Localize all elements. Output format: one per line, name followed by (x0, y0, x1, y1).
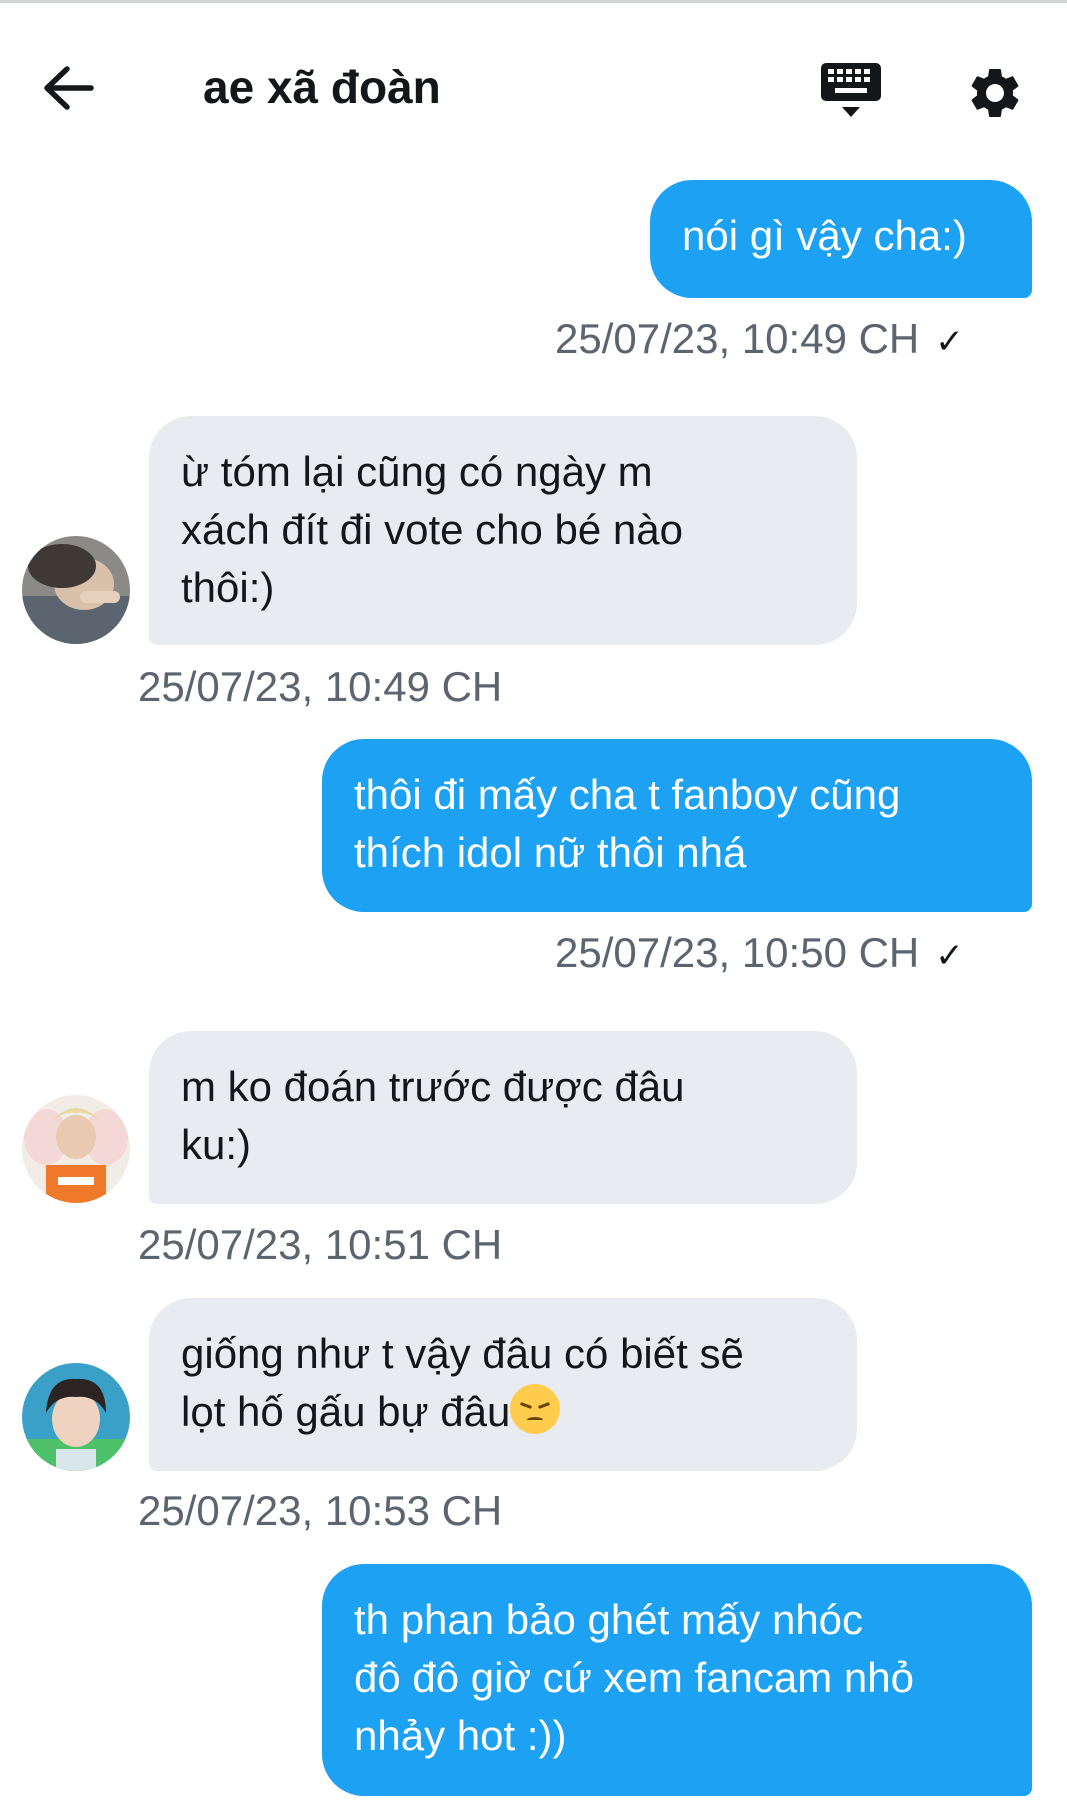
message-bubble-incoming[interactable]: ừ tóm lại cũng có ngày m xách đít đi vot… (149, 416, 857, 645)
message-line: th phan bảo ghét mấy nhóc (354, 1596, 864, 1643)
avatar[interactable] (22, 536, 130, 644)
message-bubble-incoming[interactable]: m ko đoán trước được đâu ku:) (149, 1031, 857, 1204)
pensive-face-emoji (510, 1384, 561, 1434)
message-bubble-outgoing[interactable]: th phan bảo ghét mấy nhóc đô đô giờ cứ x… (322, 1564, 1032, 1796)
conversation-title: ae xã đoàn (203, 61, 441, 113)
message-text: nói gì vậy cha:) (682, 212, 967, 259)
avatar[interactable] (22, 1095, 130, 1203)
settings-button[interactable] (960, 58, 1030, 128)
checkmark-icon: ✓ (935, 323, 964, 361)
message-line: ừ tóm lại cũng có ngày m (181, 448, 653, 495)
message-line: thôi:) (181, 564, 275, 611)
message-line: m ko đoán trước được đâu (181, 1063, 685, 1110)
message-line: nhảy hot :)) (354, 1712, 567, 1759)
message-line: đô đô giờ cứ xem fancam nhỏ (354, 1654, 914, 1701)
message-timestamp: 25/07/23, 10:49 CH (138, 663, 503, 710)
gear-icon (971, 68, 1019, 117)
message-bubble-outgoing[interactable]: nói gì vậy cha:) (650, 180, 1032, 298)
conversation-header: ae xã đoàn (0, 3, 1067, 173)
message-timestamp: 25/07/23, 10:53 CH (138, 1487, 503, 1534)
keyboard-button[interactable] (818, 58, 884, 124)
message-line: ku:) (181, 1121, 252, 1168)
keyboard-icon (821, 63, 881, 117)
message-line: giống như t vậy đâu có biết sẽ (181, 1330, 744, 1377)
message-timestamp: 25/07/23, 10:51 CH (138, 1221, 503, 1268)
message-timestamp: 25/07/23, 10:50 CH ✓ (555, 929, 964, 976)
avatar[interactable] (22, 1363, 130, 1471)
checkmark-icon: ✓ (935, 937, 964, 975)
message-bubble-outgoing[interactable]: thôi đi mấy cha t fanboy cũng thích idol… (322, 739, 1032, 912)
message-line: lọt hố gấu bự đâu (181, 1383, 825, 1441)
message-line: xách đít đi vote cho bé nào (181, 506, 684, 553)
message-bubble-incoming[interactable]: giống như t vậy đâu có biết sẽ lọt hố gấ… (149, 1298, 857, 1471)
arrow-left-icon (44, 66, 94, 110)
message-line: thôi đi mấy cha t fanboy cũng (354, 771, 901, 818)
back-button[interactable] (38, 58, 98, 118)
message-line: thích idol nữ thôi nhá (354, 829, 747, 876)
message-timestamp: 25/07/23, 10:49 CH ✓ (555, 315, 964, 362)
